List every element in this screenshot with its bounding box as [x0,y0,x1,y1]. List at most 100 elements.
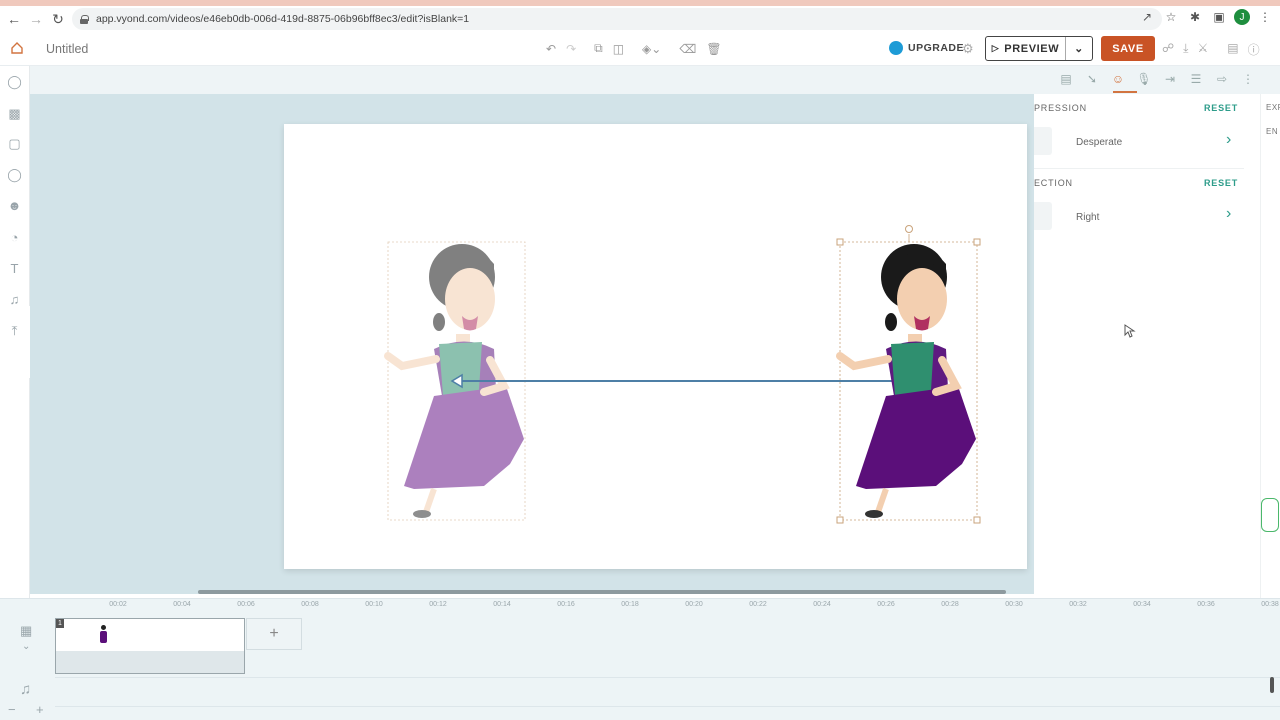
sidepanel-icon[interactable]: ▣ [1210,8,1228,26]
tab-voice-icon[interactable]: 🎙 [1136,70,1152,88]
chevron-right-icon[interactable]: › [1226,205,1231,223]
app-header: Untitled ↶ ↷ ⧉ ◫ ◈⌄ ⌫ 🗑 UPGRADE ⚙ ▷ PREV… [0,32,1280,66]
copy-icon[interactable]: ⧉ [594,41,603,56]
ruler-tick-label: 00:34 [1133,601,1151,608]
scene-duration-bar [56,651,244,673]
redo-icon[interactable]: ↷ [566,42,576,56]
scene-canvas[interactable] [284,124,1027,569]
eraser-icon[interactable]: ⌫ [679,42,696,56]
expression-reset-button[interactable]: RESET [1204,103,1238,113]
zoom-in-icon[interactable]: + [36,702,44,717]
collab-icon[interactable]: ⚔ [1197,41,1208,58]
star-icon[interactable]: ☆ [1162,8,1180,26]
music-icon[interactable]: ♫ [7,292,22,307]
layers-icon[interactable]: ◈⌄ [642,42,661,56]
motion-path-arrow[interactable] [450,373,906,389]
share-icon[interactable]: ↗ [1138,8,1156,26]
forward-icon[interactable]: → [25,8,47,30]
preview-button[interactable]: ▷ PREVIEW ⌄ [985,36,1093,61]
expression-section-label: PRESSION [1034,103,1087,113]
video-title[interactable]: Untitled [46,42,88,56]
ruler-tick-label: 00:26 [877,601,895,608]
character-icon[interactable]: ☻ [7,198,22,213]
avatar[interactable]: J [1234,9,1250,25]
browser-toolbar: ← → ↻ app.vyond.com/videos/e46eb0db-006d… [0,6,1280,32]
undo-icon[interactable]: ↶ [546,42,556,56]
save-button[interactable]: SAVE [1101,36,1155,61]
more-icon[interactable]: ⋮ [1240,70,1256,88]
templates-icon[interactable]: ▩ [7,106,22,121]
text-icon[interactable]: T [7,261,22,276]
scene-thumbnail[interactable]: 1 [55,618,245,674]
helper-widget[interactable] [1261,498,1279,532]
menu-icon[interactable]: ⋮ [1256,8,1274,26]
upgrade-button[interactable]: UPGRADE [889,41,964,55]
left-sidebar: ◯ ▩ ▢ ◯ ☻ ◔ T ♫ ⤒ [0,66,30,598]
expression-value[interactable]: Desperate [1076,137,1122,148]
address-bar[interactable]: app.vyond.com/videos/e46eb0db-006d-419d-… [72,8,1162,30]
direction-value[interactable]: Right [1076,212,1099,223]
reload-icon[interactable]: ↻ [47,8,69,30]
ruler-tick-label: 00:04 [173,601,191,608]
active-tab-indicator [1113,91,1137,93]
timeline: 00:02 00:04 00:06 00:08 00:10 00:12 00:14 00:16… [0,598,1280,720]
home-icon[interactable] [10,41,24,55]
scene-track-icon: ▦ [20,623,33,638]
share-node-icon[interactable]: ☍ [1162,41,1174,58]
help-icon[interactable]: ⓘ [1248,41,1260,58]
add-scene-button[interactable]: + [246,618,302,650]
chevron-down-icon[interactable]: ⌄ [22,641,30,652]
tab-swap-icon[interactable]: ▤ [1058,70,1074,88]
doc-icon[interactable]: ▤ [1227,41,1238,58]
props-icon[interactable]: ◯ [7,167,22,182]
divider [1034,168,1244,169]
far-label: EXP [1266,103,1280,112]
compass-icon[interactable]: ◯ [7,74,22,89]
crown-icon [889,41,903,55]
ruler-tick-label: 00:32 [1069,601,1087,608]
chart-icon[interactable]: ◔ [7,230,22,245]
back-icon[interactable]: ← [3,8,25,30]
timeline-scrollbar[interactable] [1270,677,1274,693]
zoom-out-icon[interactable]: − [8,702,16,717]
direction-thumb [1034,202,1052,230]
background-icon[interactable]: ▢ [7,136,22,151]
expression-thumb [1034,127,1052,155]
tab-motion-icon[interactable]: ☰ [1188,70,1204,88]
ruler-tick-label: 00:14 [493,601,511,608]
scene-number: 1 [56,619,64,628]
upload-icon[interactable]: ⤒ [7,323,22,338]
url-text: app.vyond.com/videos/e46eb0db-006d-419d-… [96,13,470,25]
ruler-tick-label: 00:28 [941,601,959,608]
scene-character-thumb [100,625,108,645]
gear-icon[interactable]: ⚙ [962,41,974,57]
chevron-down-icon[interactable]: ⌄ [1066,42,1092,55]
expressions-list-strip: EXP EN [1260,94,1280,598]
paste-icon[interactable]: ◫ [613,42,624,56]
character-selected[interactable] [836,225,981,524]
ruler-tick-label: 00:20 [685,601,703,608]
ruler-tick-label: 00:30 [1005,601,1023,608]
download-icon[interactable]: ⤓ [1183,41,1188,58]
mouse-cursor-icon [1124,324,1136,338]
ruler-tick-label: 00:10 [365,601,383,608]
tab-expression-icon[interactable]: ☺ [1110,70,1126,88]
music-track-icon: ♫ [20,681,32,698]
chevron-right-icon[interactable]: › [1226,131,1231,149]
direction-section-label: ECTION [1034,178,1073,188]
scene-svg [384,225,981,524]
ruler-tick-label: 00:12 [429,601,447,608]
direction-reset-button[interactable]: RESET [1204,178,1238,188]
timeline-ruler[interactable]: 00:02 00:04 00:06 00:08 00:10 00:12 00:14 00:16… [55,599,1280,617]
tab-enter-icon[interactable]: ⇥ [1162,70,1178,88]
tab-exit-icon[interactable]: ⇨ [1214,70,1230,88]
extensions-icon[interactable]: ✱ [1186,8,1204,26]
ruler-tick-label: 00:36 [1197,601,1215,608]
trash-icon[interactable]: 🗑 [706,42,721,56]
play-outline-icon: ▷ [991,43,1000,53]
ruler-tick-label: 00:38 [1261,601,1279,608]
audio-track[interactable] [55,677,1280,707]
canvas-scrollbar[interactable] [198,590,1006,594]
tab-action-icon[interactable]: ➘ [1084,70,1100,88]
ruler-tick-label: 00:18 [621,601,639,608]
